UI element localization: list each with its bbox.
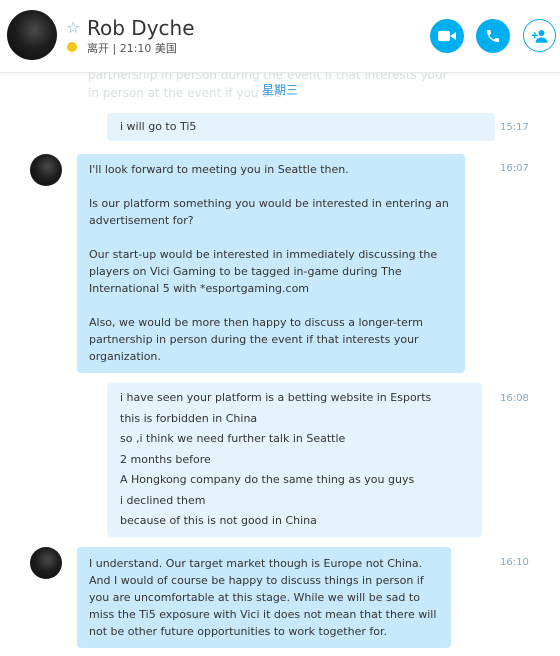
contact-name[interactable]: Rob Dyche [87, 16, 195, 40]
contact-status: 离开 | 21:10 美国 [87, 42, 177, 55]
away-status-icon [67, 42, 77, 52]
message-line: 2 months before [120, 452, 211, 466]
contact-avatar-small[interactable] [30, 547, 62, 579]
outgoing-message[interactable]: i have seen your platform is a betting w… [107, 383, 482, 537]
message-paragraph: Is our platform something you would be i… [89, 197, 449, 227]
message-timestamp: 15:17 [500, 122, 529, 133]
message-timestamp: 16:07 [500, 163, 529, 174]
incoming-message[interactable]: I understand. Our target market though i… [77, 547, 451, 648]
contact-avatar-small[interactable] [30, 154, 62, 186]
message-timestamp: 16:08 [500, 393, 529, 404]
message-line: i declined them [120, 493, 206, 507]
message-paragraph: Our start-up would be interested in imme… [89, 248, 438, 295]
message-line: so ,i think we need further talk in Seat… [120, 432, 346, 445]
video-call-button[interactable] [430, 19, 464, 53]
outgoing-message[interactable]: i will go to Ti5 [107, 113, 495, 141]
audio-call-button[interactable] [476, 19, 510, 53]
message-line: A Hongkong company do the same thing as … [120, 473, 415, 486]
message-timestamp: 16:10 [500, 557, 529, 568]
message-paragraph: I understand. Our target market though i… [89, 557, 437, 638]
day-divider: 星期三 [261, 83, 298, 97]
message-text: i will go to Ti5 [120, 120, 197, 133]
conversation-header: ☆ Rob Dyche 离开 | 21:10 美国 [0, 0, 560, 73]
message-line: because of this is not good in China [120, 514, 317, 527]
message-line: i have seen your platform is a betting w… [120, 391, 432, 404]
favorite-star-icon[interactable]: ☆ [66, 18, 80, 37]
phone-icon [487, 30, 499, 42]
incoming-message[interactable]: I'll look forward to meeting you in Seat… [77, 154, 465, 373]
video-camera-icon [438, 31, 456, 41]
add-participant-button[interactable] [523, 19, 556, 52]
message-paragraph: I'll look forward to meeting you in Seat… [89, 163, 349, 176]
contact-avatar[interactable] [7, 10, 57, 60]
add-person-icon [531, 29, 547, 43]
message-paragraph: Also, we would be more then happy to dis… [89, 316, 423, 363]
message-line: this is forbidden in China [120, 411, 258, 425]
